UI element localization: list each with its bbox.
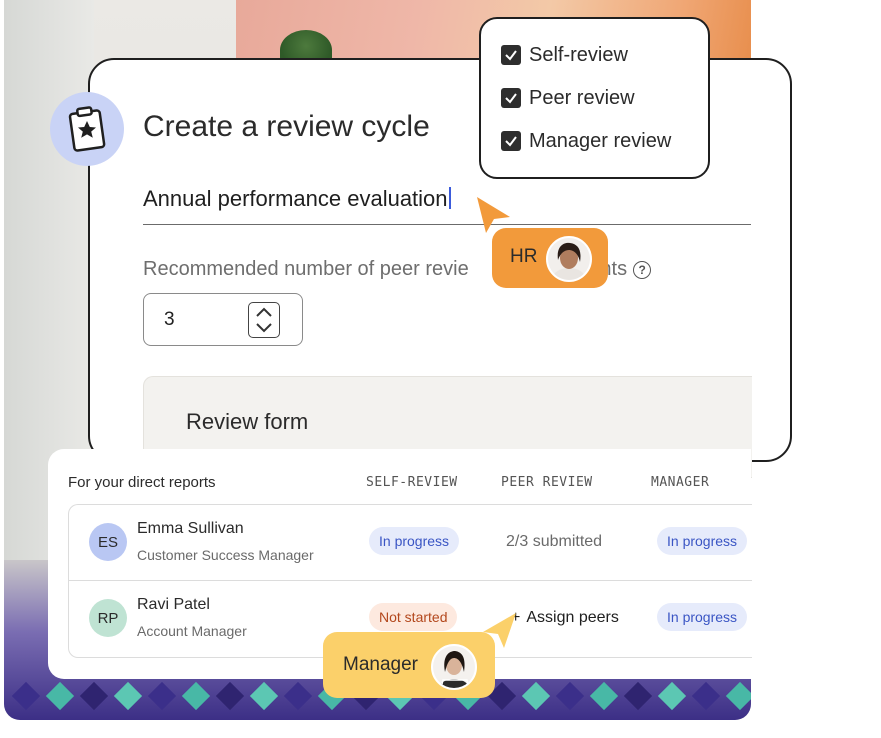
employee-role: Account Manager (137, 623, 247, 639)
checklist-item-label: Manager review (529, 129, 672, 152)
tile-diamond (79, 681, 109, 711)
status-badge: In progress (657, 603, 748, 631)
manager-cursor-tag: Manager (323, 632, 495, 698)
hr-cursor-tag: HR (492, 228, 608, 288)
checklist-item-label: Peer review (529, 86, 635, 109)
tile-diamond (555, 681, 585, 711)
assign-peers-label: Assign peers (526, 609, 619, 626)
tile-diamond (215, 681, 245, 711)
clipboard-star-icon (50, 92, 124, 166)
checkbox-checked-icon[interactable] (501, 88, 521, 108)
status-badge: In progress (657, 527, 748, 555)
employee-role: Customer Success Manager (137, 547, 314, 563)
employee-name: Ravi Patel (137, 596, 210, 613)
peer-count-stepper[interactable]: 3 (143, 293, 303, 346)
row-divider (69, 580, 752, 581)
chevron-up-down-icon[interactable] (248, 302, 280, 338)
checkbox-checked-icon[interactable] (501, 131, 521, 151)
tile-diamond (181, 681, 211, 711)
tile-diamond (283, 681, 313, 711)
direct-reports-title: For your direct reports (68, 474, 216, 491)
manager-avatar (431, 644, 477, 690)
cycle-name-value: Annual performance evaluation (143, 186, 448, 211)
assign-peers-button[interactable]: + Assign peers (511, 609, 619, 627)
status-badge: Not started (369, 603, 458, 631)
tile-diamond (45, 681, 75, 711)
review-type-checklist: Self-review Peer review Manager review (479, 17, 710, 179)
avatar: ES (89, 523, 127, 561)
checklist-item-label: Self-review (529, 43, 628, 66)
cycle-name-input[interactable]: Annual performance evaluation (143, 186, 751, 225)
tile-diamond (657, 681, 687, 711)
review-form-heading: Review form (186, 409, 309, 434)
checklist-item-self-review[interactable]: Self-review (501, 43, 628, 67)
column-header-self-review: SELF-REVIEW (366, 475, 458, 490)
tile-diamond (691, 681, 721, 711)
employee-name: Emma Sullivan (137, 520, 244, 537)
peer-count-label-start: Recommended number of peer revie (143, 258, 469, 280)
status-badge: In progress (369, 527, 460, 555)
tile-diamond (249, 681, 279, 711)
peer-count-value: 3 (164, 309, 175, 330)
avatar: RP (89, 599, 127, 637)
tile-diamond (147, 681, 177, 711)
text-caret (448, 187, 451, 209)
manager-cursor-label: Manager (343, 654, 418, 675)
tile-diamond (113, 681, 143, 711)
hr-cursor-label: HR (510, 246, 538, 267)
checklist-item-peer-review[interactable]: Peer review (501, 86, 635, 110)
tile-diamond (725, 681, 751, 711)
column-header-manager: MANAGER (651, 475, 710, 490)
tile-diamond (589, 681, 619, 711)
checklist-item-manager-review[interactable]: Manager review (501, 129, 671, 153)
tile-diamond (623, 681, 653, 711)
checkbox-checked-icon[interactable] (501, 45, 521, 65)
question-circle-icon[interactable]: ? (633, 261, 652, 279)
column-header-peer-review: PEER REVIEW (501, 475, 593, 490)
peer-review-status: 2/3 submitted (506, 533, 603, 550)
page-title: Create a review cycle (143, 110, 430, 143)
hr-avatar (546, 236, 592, 282)
tile-diamond (521, 681, 551, 711)
tile-diamond (11, 681, 41, 711)
